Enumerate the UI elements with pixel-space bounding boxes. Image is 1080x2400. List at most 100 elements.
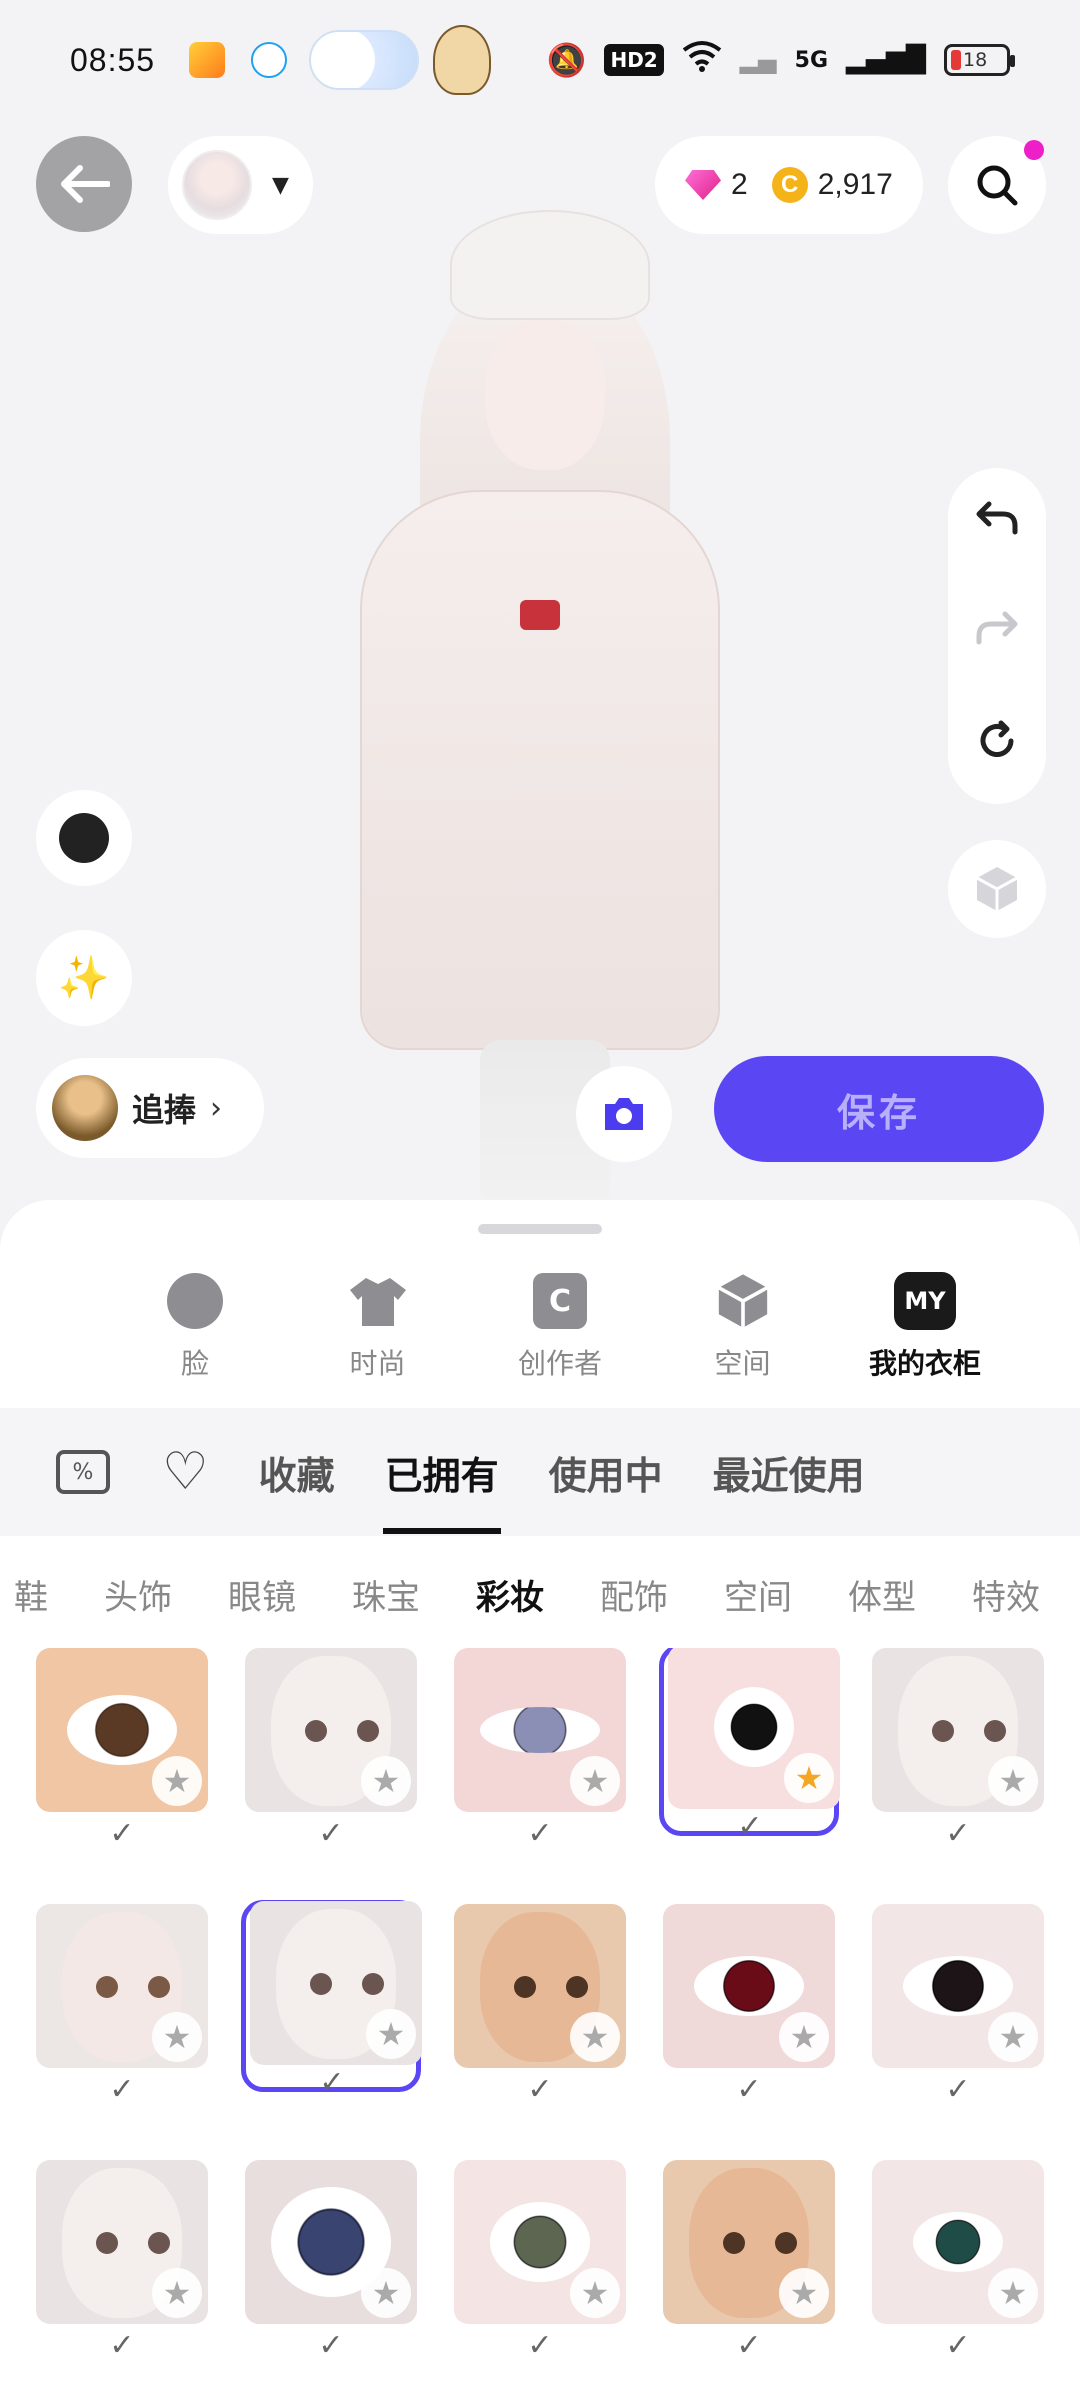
- favorite-star-icon[interactable]: ★: [779, 2012, 829, 2062]
- subtab-headwear[interactable]: 头饰: [104, 1570, 172, 1619]
- makeup-item[interactable]: ★ ✓: [872, 2160, 1046, 2363]
- tab-fashion[interactable]: 时尚: [313, 1270, 443, 1420]
- favorite-star-icon[interactable]: ★: [784, 1753, 834, 1803]
- face-eye: [96, 2232, 118, 2254]
- makeup-item[interactable]: ★ ✓: [454, 1648, 634, 1851]
- reset-icon[interactable]: [975, 719, 1019, 774]
- filter-in-use[interactable]: 使用中: [549, 1445, 663, 1500]
- camera-icon: [605, 1098, 643, 1130]
- tab-my-wardrobe[interactable]: MY 我的衣柜: [860, 1270, 990, 1420]
- filter-recent[interactable]: 最近使用: [713, 1445, 865, 1500]
- redo-icon[interactable]: [975, 608, 1019, 659]
- item-thumbnail: ★: [245, 1648, 417, 1812]
- favorite-star-icon[interactable]: ★: [361, 1756, 411, 1806]
- qq-notification-icon: [251, 42, 288, 78]
- cube-icon: [712, 1270, 774, 1332]
- character-bow: [520, 600, 560, 630]
- owned-check-icon: ✓: [109, 1816, 135, 1851]
- undo-icon[interactable]: [975, 498, 1019, 549]
- gem-count: 2: [731, 168, 748, 201]
- eye-preview: [903, 1956, 1013, 2016]
- 3d-view-button[interactable]: [948, 840, 1046, 938]
- favorite-star-icon[interactable]: ★: [570, 1756, 620, 1806]
- head-view-button[interactable]: [36, 790, 132, 886]
- makeup-item[interactable]: ★ ✓: [454, 2160, 634, 2363]
- discount-filter-icon[interactable]: %: [56, 1450, 110, 1494]
- heart-icon[interactable]: ♡: [162, 1446, 209, 1498]
- makeup-item[interactable]: ★ ✓: [872, 1904, 1046, 2107]
- favorite-star-icon[interactable]: ★: [570, 2268, 620, 2318]
- makeup-item[interactable]: ★ ✓: [663, 2160, 843, 2363]
- subtab-accessories[interactable]: 配饰: [600, 1570, 668, 1619]
- back-button[interactable]: [36, 136, 132, 232]
- item-thumbnail: ★: [454, 2160, 626, 2324]
- makeup-item[interactable]: ★ ✓: [659, 1648, 840, 1844]
- follow-button[interactable]: 追捧 ›: [36, 1058, 264, 1158]
- face-eye: [514, 1976, 536, 1998]
- subtab-shoes[interactable]: 鞋: [14, 1570, 48, 1619]
- edit-history-panel: [948, 468, 1046, 804]
- makeup-item[interactable]: ★ ✓: [36, 1648, 216, 1851]
- subtab-effects[interactable]: 特效: [972, 1570, 1040, 1619]
- subtab-makeup[interactable]: 彩妆: [476, 1570, 544, 1619]
- favorite-star-icon[interactable]: ★: [366, 2009, 416, 2059]
- makeup-item[interactable]: ★ ✓: [36, 1904, 216, 2107]
- cat-sticker-icon: [309, 30, 420, 90]
- avatar: [182, 150, 252, 220]
- camera-button[interactable]: [576, 1066, 672, 1162]
- favorite-star-icon[interactable]: ★: [779, 2268, 829, 2318]
- item-thumbnail: ★: [668, 1648, 840, 1809]
- makeup-item[interactable]: ★ ✓: [241, 1900, 422, 2100]
- network-label: 5G: [794, 47, 829, 73]
- hd-badge: HD2: [604, 44, 664, 76]
- search-button[interactable]: [948, 136, 1046, 234]
- item-thumbnail: ★: [36, 2160, 208, 2324]
- favorite-star-icon[interactable]: ★: [361, 2268, 411, 2318]
- gem-icon: [685, 170, 721, 200]
- favorite-star-icon[interactable]: ★: [988, 1756, 1038, 1806]
- owned-check-icon: ✓: [527, 1816, 553, 1851]
- wifi-icon: [682, 40, 722, 80]
- magic-edit-button[interactable]: ✨: [36, 930, 132, 1026]
- owned-check-icon: ✓: [736, 2072, 762, 2107]
- subtab-space[interactable]: 空间: [724, 1570, 792, 1619]
- eye-preview: [694, 1956, 804, 2016]
- eye-preview: [480, 1707, 600, 1753]
- favorite-star-icon[interactable]: ★: [988, 2012, 1038, 2062]
- subtab-glasses[interactable]: 眼镜: [228, 1570, 296, 1619]
- makeup-item[interactable]: ★ ✓: [245, 1648, 425, 1851]
- subtab-jewelry[interactable]: 珠宝: [352, 1570, 420, 1619]
- avatar-switcher[interactable]: ▼: [168, 136, 313, 234]
- makeup-item[interactable]: ★ ✓: [36, 2160, 216, 2363]
- avatar-character[interactable]: [330, 210, 750, 1210]
- makeup-item[interactable]: ★ ✓: [663, 1904, 843, 2107]
- face-eye: [775, 2232, 797, 2254]
- clock: 08:55: [70, 41, 156, 78]
- item-thumbnail: ★: [663, 2160, 835, 2324]
- face-eye: [362, 1973, 384, 1995]
- owned-check-icon: ✓: [527, 2328, 553, 2363]
- makeup-item[interactable]: ★ ✓: [245, 2160, 425, 2363]
- tab-space[interactable]: 空间: [678, 1270, 808, 1420]
- head-silhouette-icon: [59, 813, 109, 863]
- face-eye: [310, 1973, 332, 1995]
- coin-icon: C: [771, 167, 808, 203]
- sheet-handle[interactable]: [478, 1224, 602, 1234]
- favorite-star-icon[interactable]: ★: [152, 2012, 202, 2062]
- favorite-star-icon[interactable]: ★: [152, 1756, 202, 1806]
- filter-owned[interactable]: 已拥有: [382, 1445, 501, 1534]
- owned-check-icon: ✓: [319, 2065, 345, 2100]
- tab-creator[interactable]: C 创作者: [495, 1270, 625, 1420]
- filter-favorites[interactable]: 收藏: [259, 1445, 335, 1500]
- subcategory-tabs: 鞋 头饰 眼镜 珠宝 彩妆 配饰 空间 体型 特效: [0, 1536, 1080, 1652]
- tab-face[interactable]: 脸: [130, 1270, 260, 1420]
- magic-wand-icon: ✨: [57, 953, 111, 1002]
- favorite-star-icon[interactable]: ★: [152, 2268, 202, 2318]
- makeup-item[interactable]: ★ ✓: [872, 1648, 1046, 1851]
- makeup-item[interactable]: ★ ✓: [454, 1904, 634, 2107]
- save-button[interactable]: 保存: [714, 1056, 1044, 1162]
- favorite-star-icon[interactable]: ★: [988, 2268, 1038, 2318]
- owned-check-icon: ✓: [109, 2328, 135, 2363]
- favorite-star-icon[interactable]: ★: [570, 2012, 620, 2062]
- subtab-body-type[interactable]: 体型: [848, 1570, 916, 1619]
